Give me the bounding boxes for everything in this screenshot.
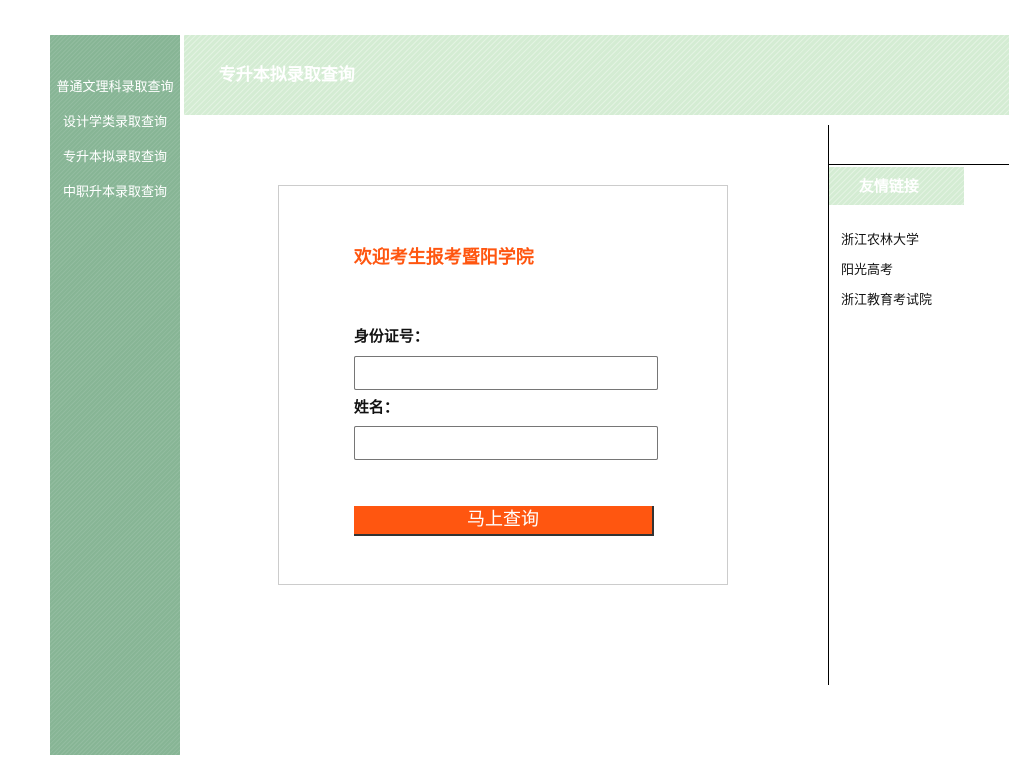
query-now-button[interactable]: 马上查询 [354, 506, 654, 536]
sidebar-nav: 普通文理科录取查询 设计学类录取查询 专升本拟录取查询 中职升本录取查询 [50, 79, 180, 219]
right-panel-top-rule [828, 164, 1009, 165]
id-number-label: 身份证号： [354, 327, 430, 345]
header-banner: 专升本拟录取查询 [184, 35, 1009, 115]
sidebar-item-design-admission[interactable]: 设计学类录取查询 [50, 114, 180, 149]
friend-link-exam-authority[interactable]: 浙江教育考试院 [841, 292, 932, 322]
sidebar: 普通文理科录取查询 设计学类录取查询 专升本拟录取查询 中职升本录取查询 [50, 35, 180, 755]
page: 普通文理科录取查询 设计学类录取查询 专升本拟录取查询 中职升本录取查询 专升本… [0, 0, 1009, 761]
right-panel-divider [828, 125, 829, 685]
friend-links-list: 浙江农林大学 阳光高考 浙江教育考试院 [841, 232, 932, 322]
id-number-input[interactable] [354, 356, 658, 390]
friend-link-zafu[interactable]: 浙江农林大学 [841, 232, 932, 262]
sidebar-item-vocational-admission[interactable]: 中职升本录取查询 [50, 184, 180, 219]
friend-links-title: 友情链接 [859, 177, 920, 195]
name-input[interactable] [354, 426, 658, 460]
query-form: 欢迎考生报考暨阳学院 身份证号： 姓名： 马上查询 [278, 185, 728, 585]
page-title: 专升本拟录取查询 [219, 65, 355, 85]
friend-link-gaokao[interactable]: 阳光高考 [841, 262, 932, 292]
name-label: 姓名： [354, 398, 400, 416]
welcome-heading: 欢迎考生报考暨阳学院 [354, 247, 534, 268]
sidebar-item-regular-admission[interactable]: 普通文理科录取查询 [50, 79, 180, 114]
friend-links-tab: 友情链接 [829, 167, 964, 205]
sidebar-item-upgrade-admission[interactable]: 专升本拟录取查询 [50, 149, 180, 184]
